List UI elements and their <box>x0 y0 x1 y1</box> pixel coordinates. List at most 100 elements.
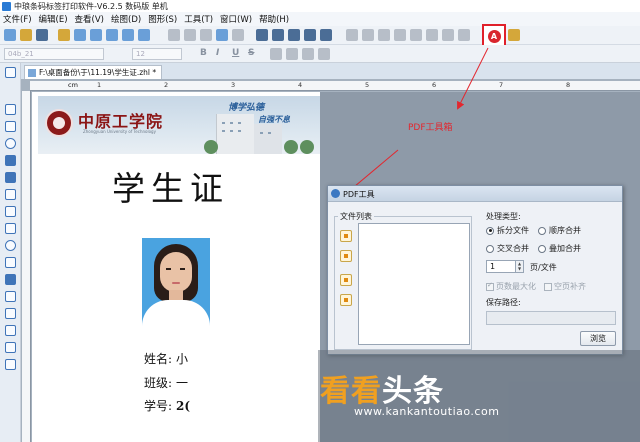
text-align-left-icon[interactable] <box>270 48 282 60</box>
select-pointer-icon[interactable] <box>5 67 16 78</box>
checkbox-pad-blank[interactable]: 空页补齐 <box>544 281 586 292</box>
dialog-title-bar[interactable]: PDF工具 <box>328 186 622 202</box>
font-size-combo[interactable]: 12 <box>132 48 182 60</box>
layers-icon[interactable] <box>508 29 520 41</box>
database-icon[interactable] <box>58 29 70 41</box>
zoom-out-icon[interactable] <box>272 29 284 41</box>
barcode-tool-icon[interactable] <box>5 206 16 217</box>
menu-view[interactable]: 查看(V) <box>75 13 104 25</box>
menu-shape[interactable]: 图形(S) <box>148 13 177 25</box>
refresh-icon[interactable] <box>122 29 134 41</box>
align-top-icon[interactable] <box>394 29 406 41</box>
card-title[interactable]: 学生证 <box>112 162 229 210</box>
text-align-center-icon[interactable] <box>286 48 298 60</box>
checkbox-pad-blank-box[interactable] <box>544 282 552 291</box>
save-icon[interactable] <box>36 29 48 41</box>
text-tool-icon[interactable] <box>5 189 16 200</box>
rectangle-tool-icon[interactable] <box>5 121 16 132</box>
pdf-tool-dialog: PDF工具 文件列表 处理类型: 拆分文件 顺序合并 交叉合并 叠加合并 1 ▲… <box>327 185 623 355</box>
parallelogram-tool-icon[interactable] <box>5 359 16 370</box>
line-tool-icon[interactable] <box>5 104 16 115</box>
student-photo[interactable] <box>142 238 210 342</box>
strikethrough-button[interactable]: S <box>248 48 254 58</box>
settings-icon[interactable] <box>138 29 150 41</box>
radio-split[interactable] <box>486 226 494 235</box>
radio-overlay[interactable] <box>538 244 546 253</box>
align-left-icon[interactable] <box>346 29 358 41</box>
diamond-tool-icon[interactable] <box>5 342 16 353</box>
browse-button[interactable]: 浏览 <box>580 331 616 346</box>
copy-icon[interactable] <box>184 29 196 41</box>
file-list-label: 文件列表 <box>338 211 374 222</box>
stepper-arrows-icon[interactable]: ▲ ▼ <box>515 261 523 272</box>
name-field[interactable]: 姓名: 小 <box>144 350 188 367</box>
add-file-icon[interactable] <box>340 230 352 242</box>
italic-button[interactable]: I <box>216 48 219 58</box>
zoom-icon[interactable] <box>106 29 118 41</box>
radio-cross[interactable] <box>486 244 494 253</box>
menu-edit[interactable]: 编辑(E) <box>39 13 68 25</box>
zoom-in-icon[interactable] <box>256 29 268 41</box>
option-sequential-merge[interactable]: 顺序合并 <box>538 225 581 236</box>
qrcode-tool-icon[interactable] <box>5 223 16 234</box>
menu-window[interactable]: 窗口(W) <box>220 13 252 25</box>
distribute-icon[interactable] <box>442 29 454 41</box>
option-cross-merge[interactable]: 交叉合并 <box>486 243 529 254</box>
checkbox-max-pages[interactable]: 页数最大化 <box>486 281 536 292</box>
group-icon[interactable] <box>458 29 470 41</box>
format-toolbar: 04b_21 12 B I U S <box>0 45 640 63</box>
print-icon[interactable] <box>90 29 102 41</box>
move-down-icon[interactable] <box>340 294 352 306</box>
radio-sequential[interactable] <box>538 226 546 235</box>
paste-icon[interactable] <box>200 29 212 41</box>
picture-tool-icon[interactable] <box>5 172 16 183</box>
open-file-icon[interactable] <box>20 29 32 41</box>
underline-button[interactable]: U <box>232 48 239 58</box>
actual-size-icon[interactable] <box>320 29 332 41</box>
menu-tools[interactable]: 工具(T) <box>184 13 213 25</box>
menu-file[interactable]: 文件(F) <box>3 13 32 25</box>
polyline-tool-icon[interactable] <box>5 291 16 302</box>
ellipse-tool-icon[interactable] <box>5 138 16 149</box>
triangle-tool-icon[interactable] <box>5 325 16 336</box>
zoom-fit-icon[interactable] <box>288 29 300 41</box>
align-right-icon[interactable] <box>378 29 390 41</box>
watermark-url: www.kankantoutiao.com <box>354 405 500 418</box>
align-bottom-icon[interactable] <box>426 29 438 41</box>
name-label: 姓名: <box>144 352 173 366</box>
image-tool-icon[interactable] <box>5 155 16 166</box>
undo-icon[interactable] <box>216 29 228 41</box>
text-align-right-icon[interactable] <box>302 48 314 60</box>
student-id-field[interactable]: 学号: 2( <box>144 397 190 414</box>
class-field[interactable]: 班级: 一 <box>144 374 188 391</box>
remove-file-icon[interactable] <box>340 250 352 262</box>
file-list-box[interactable] <box>358 223 470 345</box>
marker-tool-icon[interactable] <box>5 308 16 319</box>
menu-draw[interactable]: 绘图(D) <box>111 13 141 25</box>
grid-icon[interactable] <box>304 29 316 41</box>
option-overlay-merge[interactable]: 叠加合并 <box>538 243 581 254</box>
text-justify-icon[interactable] <box>318 48 330 60</box>
redo-icon[interactable] <box>232 29 244 41</box>
align-middle-icon[interactable] <box>410 29 422 41</box>
checkbox-max-pages-box[interactable] <box>486 281 494 291</box>
menu-help[interactable]: 帮助(H) <box>259 13 289 25</box>
save-path-input[interactable] <box>486 311 616 325</box>
table-tool-icon[interactable] <box>5 257 16 268</box>
align-center-icon[interactable] <box>362 29 374 41</box>
pages-per-file-stepper[interactable]: 1 ▲ ▼ <box>486 260 524 273</box>
bold-button[interactable]: B <box>200 48 207 58</box>
cut-icon[interactable] <box>168 29 180 41</box>
curve-tool-icon[interactable] <box>5 274 16 285</box>
dialog-title: PDF工具 <box>343 190 375 199</box>
university-banner[interactable]: 中原工学院 Zhongyuan University of Technology… <box>38 96 320 154</box>
new-file-icon[interactable] <box>4 29 16 41</box>
document-tab[interactable]: F:\桌面备份\于\11.19\学生证.zhl * <box>24 65 162 79</box>
font-name-combo[interactable]: 04b_21 <box>4 48 104 60</box>
ruler-tick: 2 <box>164 81 169 89</box>
print-preview-icon[interactable] <box>74 29 86 41</box>
move-up-icon[interactable] <box>340 274 352 286</box>
circle-tool-icon[interactable] <box>5 240 16 251</box>
option-split-file[interactable]: 拆分文件 <box>486 225 529 236</box>
tool-palette <box>0 63 21 442</box>
